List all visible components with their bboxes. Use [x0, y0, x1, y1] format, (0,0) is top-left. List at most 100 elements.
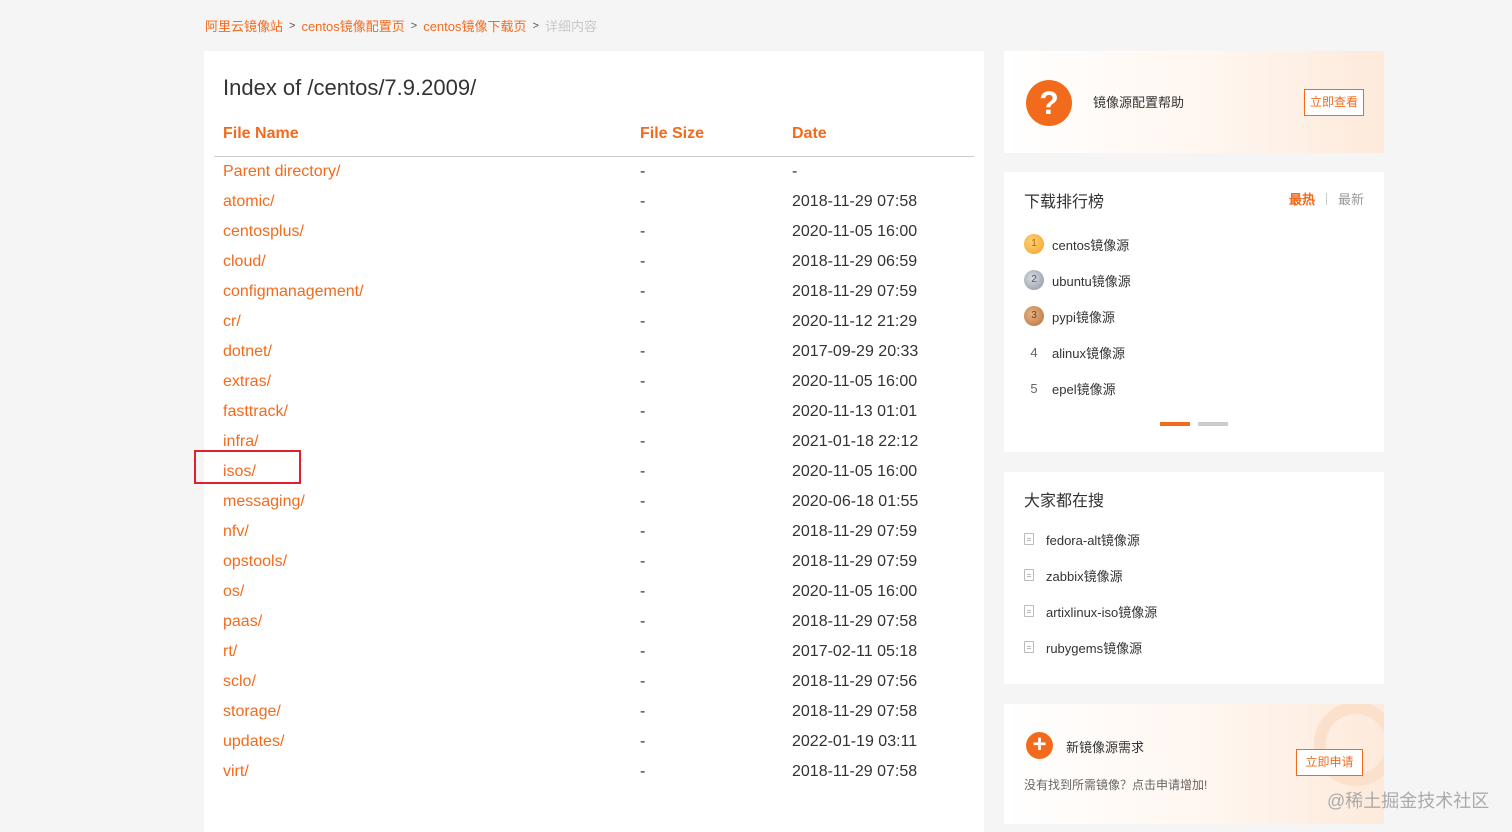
new-mirror-request-subtitle[interactable]: 没有找到所需镜像？点击申请增加! — [1024, 776, 1207, 793]
directory-link[interactable]: configmanagement/ — [223, 283, 364, 301]
document-icon — [1024, 533, 1034, 545]
popular-search-title: 大家都在搜 — [1024, 493, 1105, 510]
tab-hottest[interactable]: 最热 — [1289, 189, 1315, 208]
directory-link[interactable]: extras/ — [223, 373, 271, 391]
mirror-help-card: ? 镜像源配置帮助 立即查看 — [1004, 51, 1384, 153]
file-size-cell: - — [640, 703, 646, 720]
date-cell: 2020-11-05 16:00 — [792, 583, 918, 600]
carousel-dot-2[interactable] — [1198, 422, 1228, 426]
apply-now-button[interactable]: 立即申请 — [1296, 749, 1363, 776]
table-row: opstools/ - 2018-11-29 07:59 — [204, 547, 984, 577]
file-size-cell: - — [640, 613, 646, 630]
silver-medal-icon: 2 — [1024, 270, 1044, 290]
question-icon: ? — [1026, 80, 1072, 126]
directory-link[interactable]: centosplus/ — [223, 223, 304, 241]
directory-link[interactable]: rt/ — [223, 643, 237, 661]
ranking-tabs: 最热 最新 — [1289, 189, 1364, 208]
date-cell: - — [792, 163, 798, 180]
search-item-zabbix[interactable]: zabbix镜像源 — [1024, 564, 1123, 586]
file-size-cell: - — [640, 373, 646, 390]
table-row: cloud/ - 2018-11-29 06:59 — [204, 247, 984, 277]
date-cell: 2020-11-05 16:00 — [792, 373, 918, 390]
directory-link[interactable]: cloud/ — [223, 253, 266, 271]
column-header-file-size: File Size — [640, 125, 705, 142]
document-icon — [1024, 569, 1034, 581]
view-now-button[interactable]: 立即查看 — [1304, 89, 1364, 116]
file-size-cell: - — [640, 583, 646, 600]
directory-link[interactable]: os/ — [223, 583, 244, 601]
directory-link[interactable]: isos/ — [223, 463, 256, 481]
ranking-item-label: centos镜像源 — [1052, 237, 1130, 253]
carousel-dot-1[interactable] — [1160, 422, 1190, 426]
column-header-date: Date — [792, 125, 827, 142]
bronze-medal-icon: 3 — [1024, 306, 1044, 326]
file-size-cell: - — [640, 193, 646, 210]
directory-link[interactable]: virt/ — [223, 763, 249, 781]
plus-icon: + — [1026, 732, 1053, 759]
date-cell: 2018-11-29 07:59 — [792, 283, 918, 300]
directory-link[interactable]: sclo/ — [223, 673, 256, 691]
table-row: paas/ - 2018-11-29 07:58 — [204, 607, 984, 637]
directory-link[interactable]: atomic/ — [223, 193, 275, 211]
mirror-help-title: 镜像源配置帮助 — [1093, 95, 1185, 110]
directory-link[interactable]: storage/ — [223, 703, 281, 721]
table-row: cr/ - 2020-11-12 21:29 — [204, 307, 984, 337]
date-cell: 2018-11-29 06:59 — [792, 253, 918, 270]
ranking-item-4[interactable]: 4 alinux镜像源 — [1024, 340, 1125, 364]
date-cell: 2018-11-29 07:56 — [792, 673, 918, 690]
date-cell: 2017-02-11 05:18 — [792, 643, 918, 660]
parent-directory-link[interactable]: Parent directory/ — [223, 163, 340, 181]
breadcrumb-separator: > — [289, 19, 296, 32]
directory-link[interactable]: updates/ — [223, 733, 284, 751]
table-row: Parent directory/ - - — [204, 157, 984, 187]
table-row: atomic/ - 2018-11-29 07:58 — [204, 187, 984, 217]
search-item-label: zabbix镜像源 — [1046, 568, 1123, 584]
directory-link[interactable]: paas/ — [223, 613, 262, 631]
directory-link[interactable]: opstools/ — [223, 553, 287, 571]
search-item-label: artixlinux-iso镜像源 — [1046, 604, 1158, 620]
directory-listing-panel: Index of /centos/7.9.2009/ File Name Fil… — [204, 51, 984, 832]
tab-newest[interactable]: 最新 — [1338, 189, 1364, 208]
breadcrumb-separator: > — [410, 19, 418, 32]
date-cell: 2020-11-12 21:29 — [792, 313, 918, 330]
directory-link[interactable]: nfv/ — [223, 523, 249, 541]
ranking-item-1[interactable]: 1 centos镜像源 — [1024, 232, 1129, 256]
table-header: File Name File Size Date — [204, 125, 984, 157]
ranking-item-5[interactable]: 5 epel镜像源 — [1024, 376, 1116, 400]
search-item-fedora-alt[interactable]: fedora-alt镜像源 — [1024, 528, 1140, 550]
file-size-cell: - — [640, 433, 646, 450]
file-size-cell: - — [640, 553, 646, 570]
date-cell: 2018-11-29 07:58 — [792, 193, 918, 210]
directory-link[interactable]: messaging/ — [223, 493, 305, 511]
file-size-cell: - — [640, 223, 646, 240]
table-row: rt/ - 2017-02-11 05:18 — [204, 637, 984, 667]
new-mirror-request-title: 新镜像源需求 — [1066, 740, 1145, 755]
table-row: virt/ - 2018-11-29 07:58 — [204, 757, 984, 787]
table-row: messaging/ - 2020-06-18 01:55 — [204, 487, 984, 517]
search-item-rubygems[interactable]: rubygems镜像源 — [1024, 636, 1142, 658]
breadcrumb-current: 详细内容 — [544, 19, 597, 34]
gold-medal-icon: 1 — [1024, 234, 1044, 254]
table-row: configmanagement/ - 2018-11-29 07:59 — [204, 277, 984, 307]
table-row: os/ - 2020-11-05 16:00 — [204, 577, 984, 607]
breadcrumb-item-centos-download[interactable]: centos镜像下载页 — [423, 16, 526, 35]
search-item-artixlinux-iso[interactable]: artixlinux-iso镜像源 — [1024, 600, 1157, 622]
table-row: updates/ - 2022-01-19 03:11 — [204, 727, 984, 757]
ranking-item-label: epel镜像源 — [1052, 381, 1116, 397]
file-size-cell: - — [640, 343, 646, 360]
file-size-cell: - — [640, 643, 646, 660]
directory-link[interactable]: fasttrack/ — [223, 403, 288, 421]
breadcrumb-item-aliyun-mirror[interactable]: 阿里云镜像站 — [205, 16, 283, 35]
directory-link[interactable]: cr/ — [223, 313, 241, 331]
ranking-item-2[interactable]: 2 ubuntu镜像源 — [1024, 268, 1131, 292]
file-size-cell: - — [640, 763, 646, 780]
file-size-cell: - — [640, 253, 646, 270]
breadcrumb-item-centos-config[interactable]: centos镜像配置页 — [301, 16, 404, 35]
ranking-title: 下载排行榜 — [1024, 194, 1105, 211]
date-cell: 2018-11-29 07:58 — [792, 613, 918, 630]
directory-link[interactable]: dotnet/ — [223, 343, 272, 361]
file-size-cell: - — [640, 163, 646, 180]
carousel-pagination — [1160, 422, 1236, 426]
directory-link[interactable]: infra/ — [223, 433, 259, 451]
ranking-item-3[interactable]: 3 pypi镜像源 — [1024, 304, 1115, 328]
